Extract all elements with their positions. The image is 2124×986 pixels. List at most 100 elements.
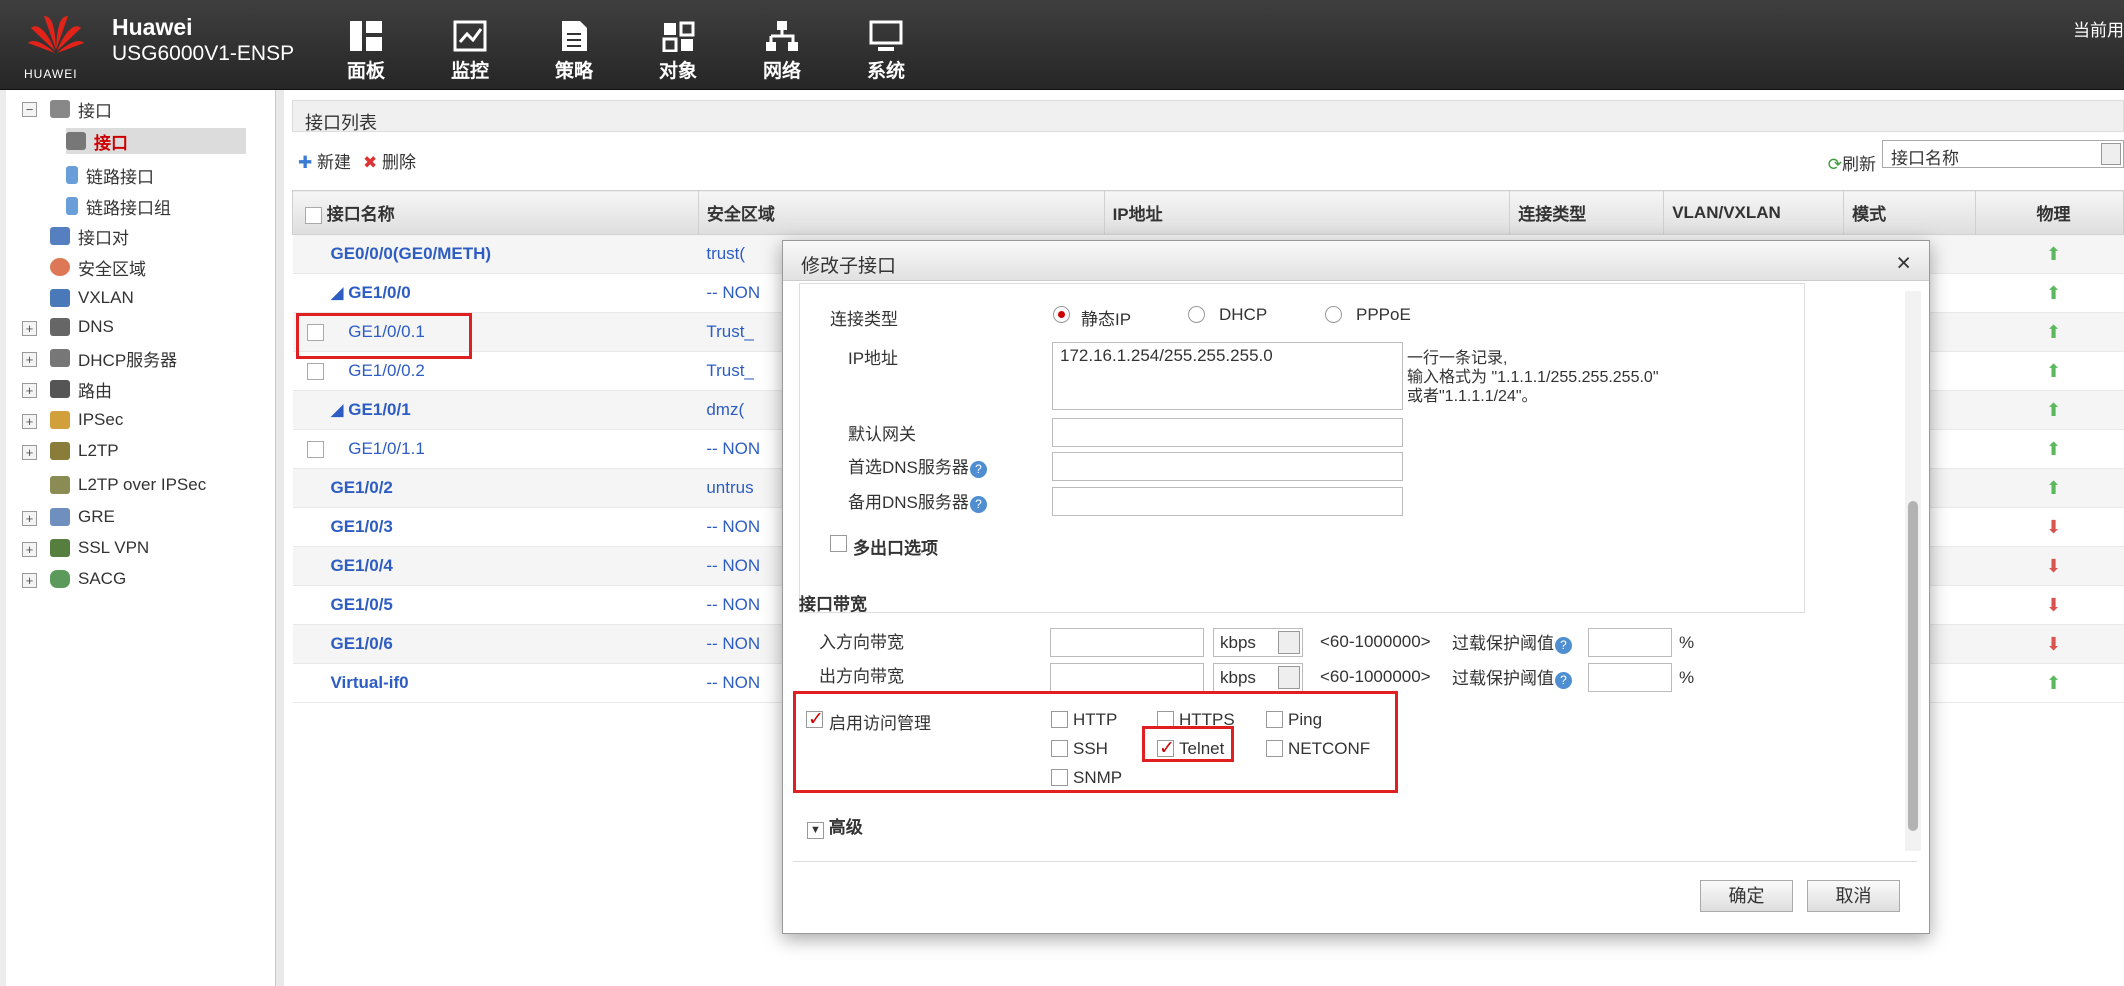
dhcp-radio[interactable]: [1188, 306, 1205, 323]
inbound-threshold-label: 过载保护阈值?: [1452, 629, 1572, 654]
interface-pair-icon: [50, 227, 70, 245]
help-icon[interactable]: ?: [969, 461, 987, 478]
column-mode[interactable]: 模式: [1843, 190, 1977, 235]
interface-name[interactable]: GE1/0/6: [292, 624, 699, 664]
plus-icon: ✚: [298, 153, 313, 172]
interface-name[interactable]: GE1/0/4: [292, 546, 699, 586]
row-checkbox[interactable]: [306, 324, 324, 342]
interface-name[interactable]: ◢ GE1/0/0: [292, 273, 699, 313]
tree-item-sacg[interactable]: SACG: [50, 566, 126, 592]
tree-item-interface-selected[interactable]: 接口: [66, 128, 246, 154]
default-gateway-input[interactable]: [1052, 418, 1403, 447]
tree-item-interface[interactable]: 接口: [50, 96, 112, 122]
multi-exit-checkbox[interactable]: [830, 535, 847, 552]
interface-name[interactable]: GE0/0/0(GE0/METH): [292, 234, 699, 274]
tree-item-l2tp[interactable]: L2TP: [50, 438, 119, 464]
select-all-checkbox[interactable]: [305, 207, 322, 225]
delete-icon: ✖: [363, 153, 378, 172]
column-ip-address[interactable]: IP地址: [1103, 190, 1511, 235]
inbound-bandwidth-input[interactable]: [1050, 628, 1204, 657]
expand-icon[interactable]: +: [22, 573, 37, 588]
nav-policy[interactable]: 策略: [524, 10, 624, 86]
nav-dashboard[interactable]: 面板: [316, 10, 416, 86]
close-icon[interactable]: ×: [1896, 249, 1911, 278]
interface-name[interactable]: GE1/0/5: [292, 585, 699, 625]
http-checkbox[interactable]: [1051, 711, 1068, 728]
footer-divider: [793, 861, 1917, 862]
nav-system[interactable]: 系统: [836, 10, 936, 86]
dialog-scrollbar[interactable]: [1905, 291, 1921, 851]
inbound-threshold-input[interactable]: [1588, 628, 1672, 657]
nav-object[interactable]: 对象: [628, 10, 728, 86]
interface-name[interactable]: GE1/0/3: [292, 507, 699, 547]
ssh-checkbox[interactable]: [1051, 740, 1068, 757]
outbound-threshold-input[interactable]: [1588, 663, 1672, 692]
pppoe-radio[interactable]: [1325, 306, 1342, 323]
column-interface-name[interactable]: 接口名称: [292, 190, 699, 235]
cancel-button[interactable]: 取消: [1807, 880, 1900, 912]
object-icon: [662, 21, 695, 52]
help-icon[interactable]: ?: [1555, 672, 1572, 689]
ok-button[interactable]: 确定: [1700, 880, 1793, 912]
enable-access-management-checkbox[interactable]: [806, 708, 824, 731]
scroll-thumb[interactable]: [1908, 501, 1918, 831]
tree-item-dns[interactable]: DNS: [50, 314, 114, 340]
outbound-bandwidth-input[interactable]: [1050, 663, 1204, 692]
monitor-icon: [453, 20, 487, 52]
row-checkbox[interactable]: [306, 441, 324, 459]
refresh-button[interactable]: ⟳刷新: [1828, 150, 1876, 175]
expand-icon[interactable]: +: [22, 511, 37, 526]
tree-item-ipsec[interactable]: IPSec: [50, 407, 123, 433]
tree-item-interface-pair[interactable]: 接口对: [50, 223, 129, 249]
telnet-checkbox[interactable]: [1157, 737, 1175, 760]
static-ip-radio[interactable]: [1053, 306, 1070, 323]
advanced-section[interactable]: ▼ 高级: [807, 813, 863, 839]
tree-item-vxlan[interactable]: VXLAN: [50, 285, 134, 311]
column-security-zone[interactable]: 安全区域: [697, 190, 1105, 235]
interface-name[interactable]: GE1/0/1.1: [292, 429, 699, 469]
expand-icon[interactable]: +: [22, 445, 37, 460]
interface-name[interactable]: GE1/0/0.1: [292, 312, 699, 352]
interface-name[interactable]: Virtual-if0: [292, 663, 699, 703]
expand-icon[interactable]: +: [22, 542, 37, 557]
delete-button[interactable]: ✖ 删除: [363, 148, 416, 173]
tree-item-link-interface-group[interactable]: 链路接口组: [66, 193, 171, 219]
help-icon[interactable]: ?: [1555, 637, 1572, 654]
outbound-unit-select[interactable]: kbps: [1213, 663, 1303, 692]
row-checkbox[interactable]: [306, 363, 324, 381]
tree-item-link-interface[interactable]: 链路接口: [66, 162, 154, 188]
route-icon: [50, 380, 70, 398]
filter-select[interactable]: 接口名称: [1882, 140, 2124, 168]
column-connection-type[interactable]: 连接类型: [1509, 190, 1665, 235]
tree-item-l2tp-over-ipsec[interactable]: L2TP over IPSec: [50, 472, 206, 498]
expand-icon[interactable]: +: [22, 321, 37, 336]
column-physical[interactable]: 物理: [1975, 190, 2124, 235]
tree-item-gre[interactable]: GRE: [50, 504, 115, 530]
interface-name[interactable]: GE1/0/2: [292, 468, 699, 508]
expand-icon[interactable]: +: [22, 383, 37, 398]
collapse-icon[interactable]: −: [22, 102, 37, 117]
primary-dns-input[interactable]: [1052, 452, 1403, 481]
secondary-dns-input[interactable]: [1052, 487, 1403, 516]
expand-icon[interactable]: +: [22, 352, 37, 367]
chevron-down-icon: [1278, 631, 1300, 654]
ip-address-textarea[interactable]: 172.16.1.254/255.255.255.0: [1052, 342, 1403, 410]
column-vlan-vxlan[interactable]: VLAN/VXLAN: [1663, 190, 1845, 235]
https-checkbox[interactable]: [1157, 711, 1174, 728]
nav-monitor[interactable]: 监控: [420, 10, 520, 86]
snmp-checkbox[interactable]: [1051, 769, 1068, 786]
static-ip-label: 静态IP: [1081, 310, 1132, 329]
tree-item-ssl-vpn[interactable]: SSL VPN: [50, 535, 149, 561]
tree-item-dhcp-server[interactable]: DHCP服务器: [50, 345, 177, 371]
expand-icon[interactable]: +: [22, 414, 37, 429]
interface-name[interactable]: ◢ GE1/0/1: [292, 390, 699, 430]
nav-network[interactable]: 网络: [732, 10, 832, 86]
new-button[interactable]: ✚ 新建: [298, 148, 351, 173]
tree-item-route[interactable]: 路由: [50, 376, 112, 402]
help-icon[interactable]: ?: [969, 496, 987, 513]
netconf-checkbox[interactable]: [1266, 740, 1283, 757]
ping-checkbox[interactable]: [1266, 711, 1283, 728]
inbound-unit-select[interactable]: kbps: [1213, 628, 1303, 657]
tree-item-security-zone[interactable]: 安全区域: [50, 254, 146, 280]
interface-name[interactable]: GE1/0/0.2: [292, 351, 699, 391]
